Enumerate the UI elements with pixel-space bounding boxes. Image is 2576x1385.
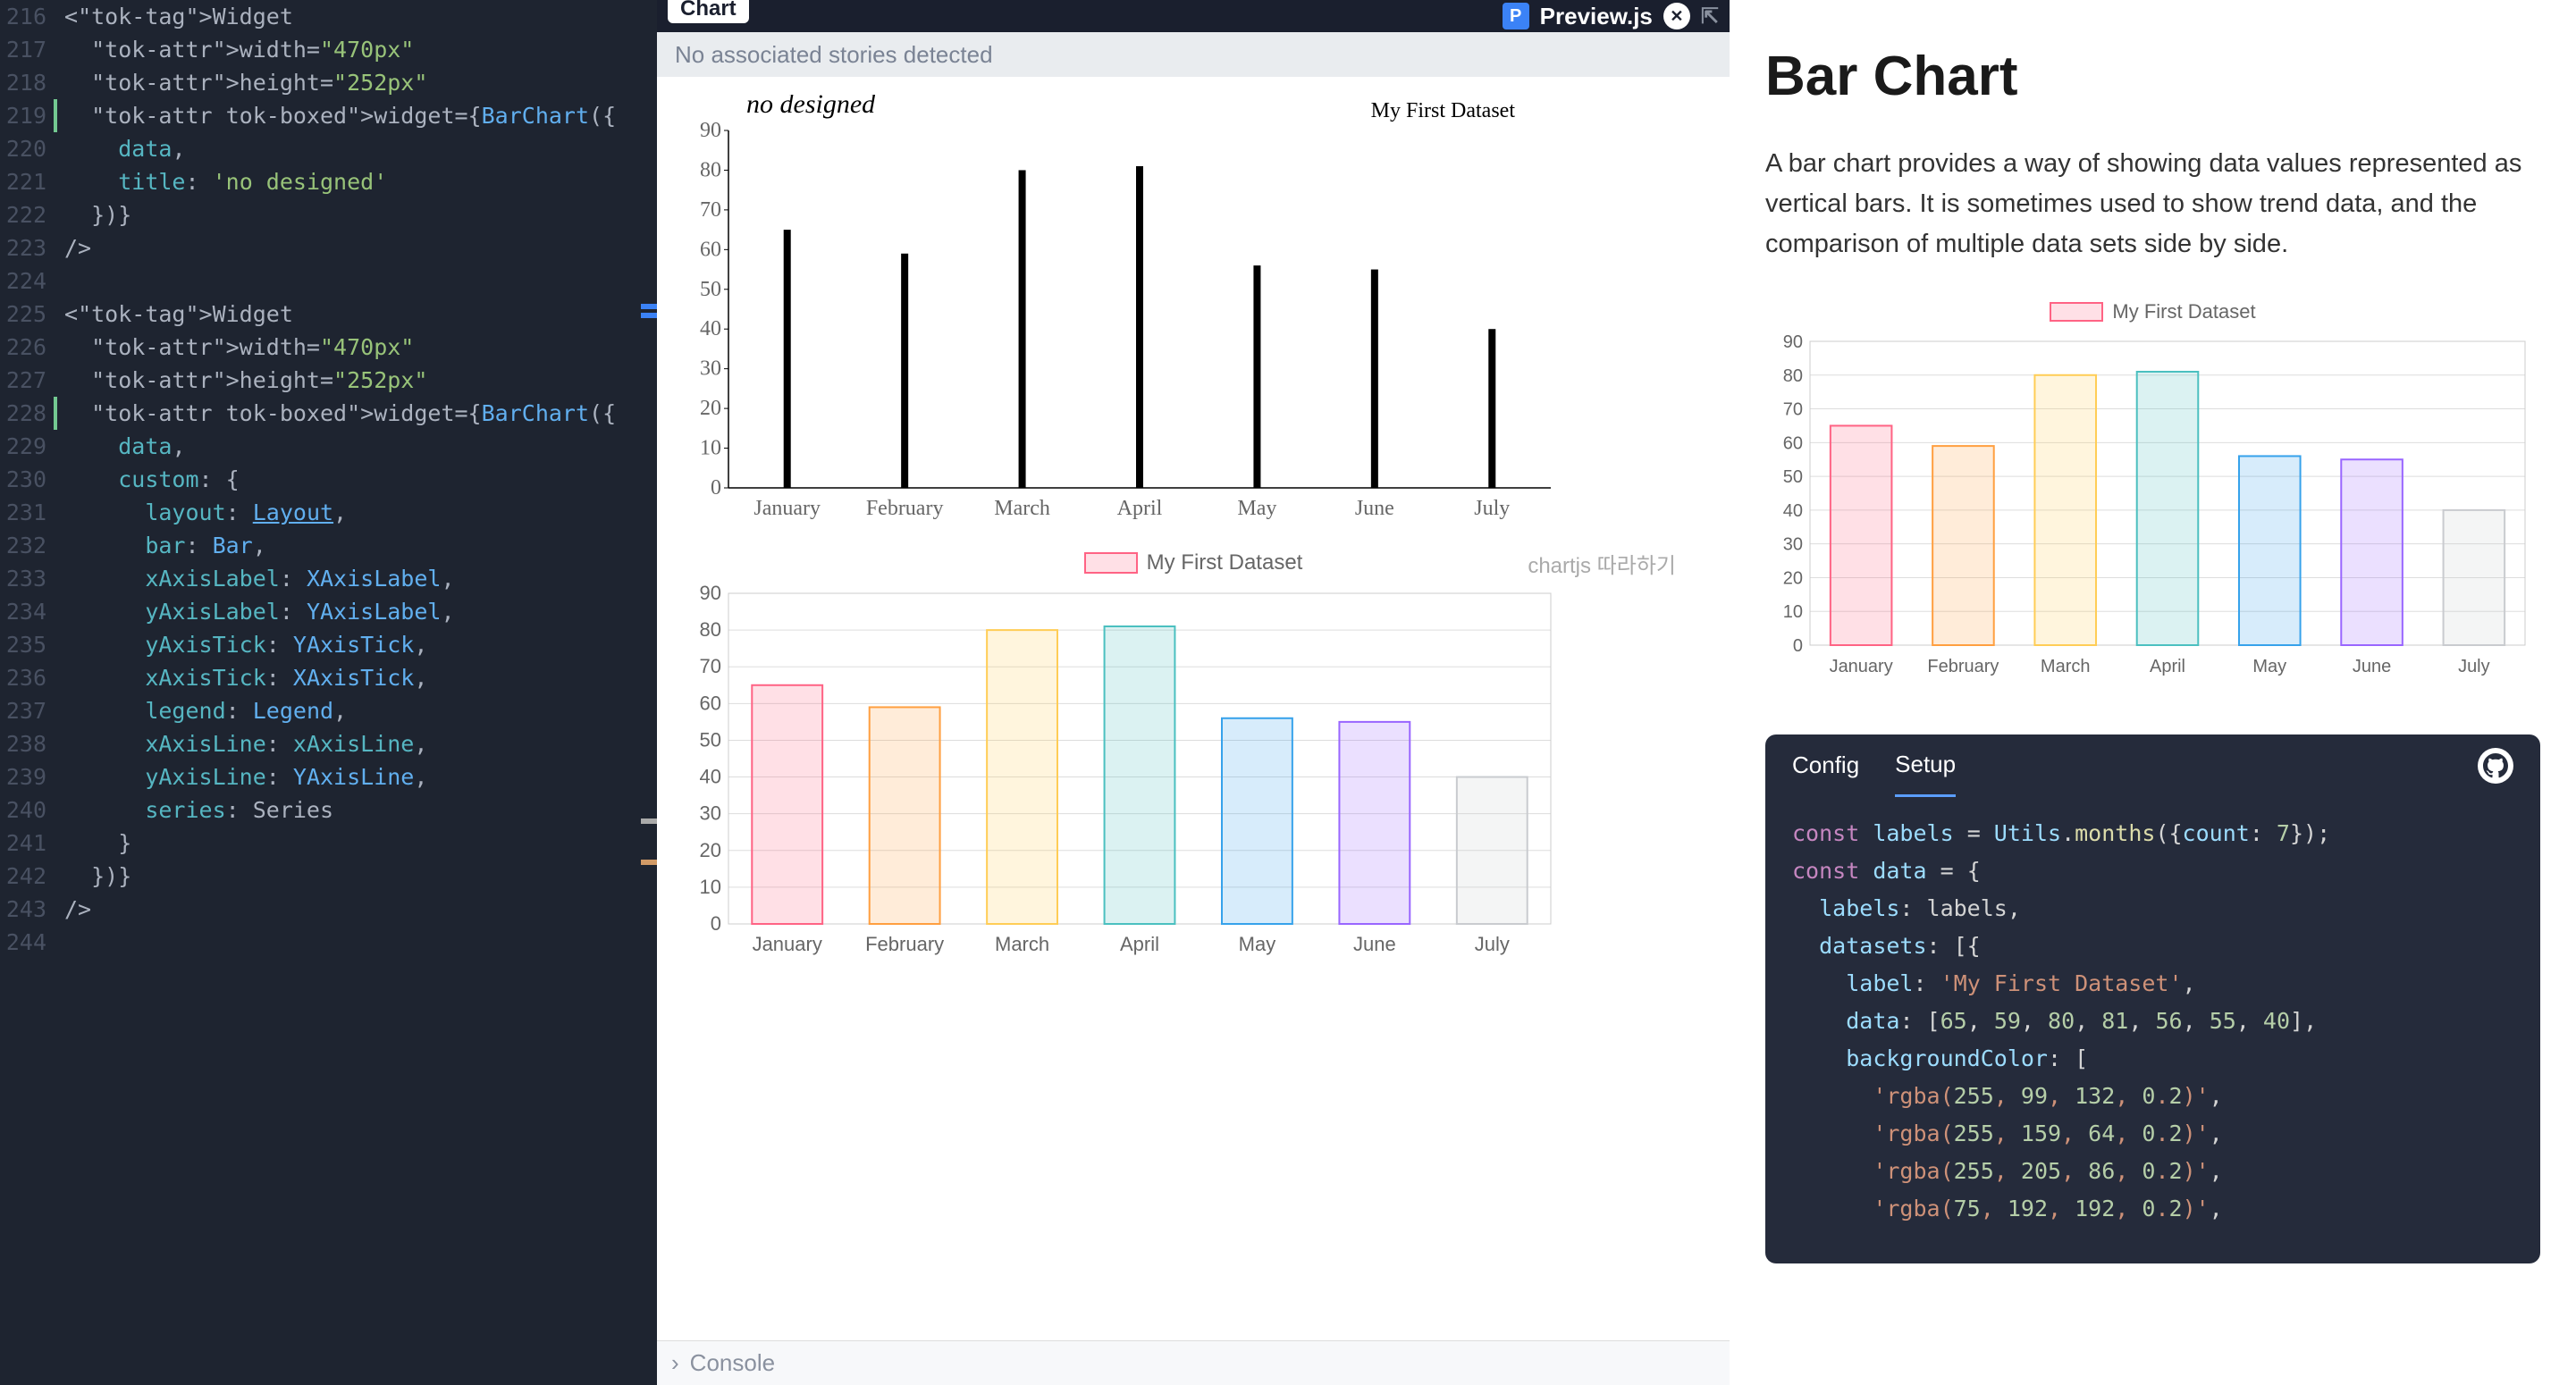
svg-text:March: March bbox=[994, 497, 1050, 520]
svg-text:July: July bbox=[2458, 657, 2490, 676]
svg-text:10: 10 bbox=[1783, 602, 1803, 622]
svg-text:10: 10 bbox=[700, 876, 721, 898]
svg-text:10: 10 bbox=[700, 437, 721, 460]
docs-chart-svg: 0 10 20 30 40 50 60 70 80 90 January February March A… bbox=[1765, 332, 2543, 690]
svg-text:March: March bbox=[2041, 657, 2091, 676]
docs-chart-area: My First Dataset 0 10 20 30 40 50 60 70 80 90 Janu… bbox=[1765, 300, 2540, 690]
svg-text:February: February bbox=[865, 933, 944, 955]
external-icon[interactable]: ⇱ bbox=[1701, 4, 1719, 29]
docs-legend: My First Dataset bbox=[1765, 300, 2540, 323]
chart-1-svg: no designed My First Dataset 0 10 20 30 40 50 60… bbox=[675, 95, 1569, 533]
svg-text:March: March bbox=[995, 933, 1049, 955]
svg-text:April: April bbox=[2150, 657, 2185, 676]
docs-legend-label: My First Dataset bbox=[2112, 300, 2255, 323]
previewjs-icon: P bbox=[1503, 3, 1529, 29]
code-tabs: Config Setup bbox=[1765, 734, 2540, 797]
tab-config[interactable]: Config bbox=[1792, 734, 1859, 797]
svg-text:My First Dataset: My First Dataset bbox=[1371, 99, 1516, 122]
svg-text:30: 30 bbox=[700, 357, 721, 381]
svg-text:70: 70 bbox=[700, 655, 721, 677]
svg-text:February: February bbox=[866, 497, 944, 520]
code-editor-pane[interactable]: 2162172182192202212222232242252262272282… bbox=[0, 0, 657, 1385]
svg-text:July: July bbox=[1474, 497, 1510, 520]
preview-header-right: P Preview.js ✕ ⇱ bbox=[1503, 3, 1719, 30]
svg-text:January: January bbox=[1830, 657, 1893, 676]
svg-text:50: 50 bbox=[700, 278, 721, 301]
svg-text:June: June bbox=[1353, 933, 1396, 955]
svg-text:April: April bbox=[1117, 497, 1163, 520]
svg-text:0: 0 bbox=[711, 476, 721, 499]
no-stories-message: No associated stories detected bbox=[657, 32, 1730, 77]
svg-text:90: 90 bbox=[700, 119, 721, 142]
svg-text:80: 80 bbox=[700, 158, 721, 181]
svg-text:50: 50 bbox=[700, 728, 721, 751]
tab-setup[interactable]: Setup bbox=[1895, 734, 1956, 797]
svg-text:60: 60 bbox=[700, 692, 721, 714]
svg-text:May: May bbox=[1237, 497, 1276, 520]
svg-text:30: 30 bbox=[1783, 534, 1803, 554]
svg-text:0: 0 bbox=[1793, 636, 1803, 656]
svg-text:90: 90 bbox=[700, 582, 721, 604]
svg-text:May: May bbox=[1239, 933, 1276, 955]
docs-description: A bar chart provides a way of showing da… bbox=[1765, 144, 2540, 264]
svg-text:40: 40 bbox=[700, 317, 721, 340]
chart-2-svg: 0 10 20 30 40 50 60 70 80 90 January February March A… bbox=[675, 575, 1569, 969]
console-label: Console bbox=[690, 1349, 775, 1377]
svg-text:June: June bbox=[2353, 657, 2391, 676]
svg-text:April: April bbox=[1120, 933, 1159, 955]
chart-2-right-label: chartjs 따라하기 bbox=[1528, 548, 1676, 579]
svg-text:60: 60 bbox=[700, 238, 721, 261]
preview-header: Chart P Preview.js ✕ ⇱ bbox=[657, 0, 1730, 32]
svg-text:60: 60 bbox=[1783, 433, 1803, 453]
console-bar[interactable]: › Console bbox=[657, 1340, 1730, 1385]
svg-text:20: 20 bbox=[1783, 568, 1803, 588]
chart-2-legend-label: My First Dataset bbox=[1147, 550, 1303, 575]
previewjs-brand: Preview.js bbox=[1540, 3, 1653, 30]
close-icon[interactable]: ✕ bbox=[1663, 3, 1690, 29]
preview-tab[interactable]: Chart bbox=[668, 0, 749, 23]
svg-text:May: May bbox=[2252, 657, 2286, 676]
svg-text:40: 40 bbox=[1783, 501, 1803, 521]
code-body[interactable]: const labels = Utils.months({count: 7});… bbox=[1765, 797, 2540, 1263]
svg-text:80: 80 bbox=[1783, 366, 1803, 386]
svg-text:January: January bbox=[753, 497, 821, 520]
svg-text:70: 70 bbox=[1783, 399, 1803, 419]
legend-swatch bbox=[1084, 552, 1138, 574]
preview-pane: Chart P Preview.js ✕ ⇱ No associated sto… bbox=[657, 0, 1730, 1385]
svg-text:February: February bbox=[1927, 657, 1999, 676]
svg-text:July: July bbox=[1475, 933, 1510, 955]
svg-text:90: 90 bbox=[1783, 332, 1803, 352]
svg-text:50: 50 bbox=[1783, 467, 1803, 487]
svg-text:June: June bbox=[1355, 497, 1394, 520]
svg-text:0: 0 bbox=[711, 912, 721, 935]
chart-2-wrapper: My First Dataset chartjs 따라하기 0 10 20 30 40 5… bbox=[675, 550, 1712, 969]
line-gutter: 2162172182192202212222232242252262272282… bbox=[0, 0, 54, 959]
svg-text:70: 70 bbox=[700, 198, 721, 222]
svg-text:80: 80 bbox=[700, 618, 721, 641]
svg-text:no designed: no designed bbox=[746, 95, 876, 119]
svg-text:20: 20 bbox=[700, 397, 721, 420]
chevron-right-icon: › bbox=[671, 1349, 679, 1377]
svg-text:40: 40 bbox=[700, 766, 721, 788]
github-icon[interactable] bbox=[2478, 748, 2513, 784]
svg-text:20: 20 bbox=[700, 839, 721, 861]
minimap-hints bbox=[641, 304, 657, 869]
code-area[interactable]: <"tok-tag">Widget "tok-attr">width="470p… bbox=[0, 0, 657, 959]
svg-text:January: January bbox=[753, 933, 822, 955]
docs-legend-swatch bbox=[2050, 302, 2103, 322]
docs-pane[interactable]: Bar Chart A bar chart provides a way of … bbox=[1730, 0, 2576, 1385]
charts-area: no designed My First Dataset 0 10 20 30 40 50 60… bbox=[657, 77, 1730, 1340]
docs-title: Bar Chart bbox=[1765, 45, 2540, 108]
svg-text:30: 30 bbox=[700, 802, 721, 825]
code-panel: Config Setup const labels = Utils.months… bbox=[1765, 734, 2540, 1263]
chart-2-legend: My First Dataset chartjs 따라하기 bbox=[675, 550, 1712, 575]
chart-1-wrapper: no designed My First Dataset 0 10 20 30 40 50 60… bbox=[675, 95, 1712, 533]
